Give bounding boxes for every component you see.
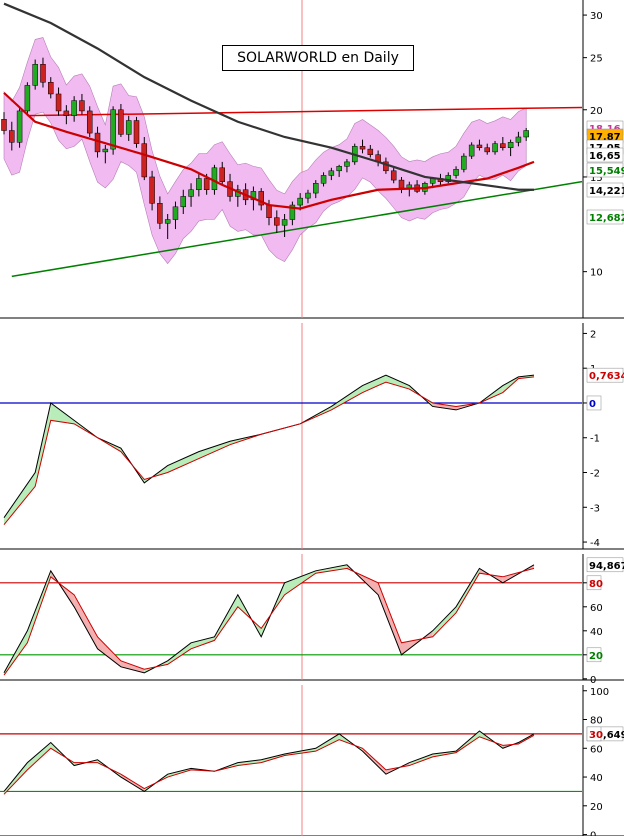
value-label: 30	[589, 730, 603, 741]
candle-body	[1, 119, 7, 131]
value-label: 0,7634	[589, 371, 624, 382]
candle-body	[484, 147, 490, 153]
candle-body	[274, 217, 280, 226]
chart-svg: 101520253018,1617,8717,0516,6515,54914,2…	[0, 0, 624, 840]
candle-body	[281, 219, 288, 226]
candle-body	[125, 120, 132, 135]
candle-body	[359, 146, 366, 150]
candle-body	[40, 64, 46, 83]
candle-body	[63, 110, 70, 116]
candle-body	[24, 85, 31, 112]
candle-body	[515, 136, 522, 143]
candle-body	[320, 175, 327, 184]
y-tick-label: 100	[590, 687, 609, 698]
candle-body	[102, 148, 109, 153]
chart-title: SOLARWORLD en Daily	[222, 45, 414, 71]
candle-body	[16, 110, 23, 143]
candle-body	[313, 183, 319, 194]
candle-body	[453, 169, 459, 176]
candle-body	[110, 109, 116, 150]
y-tick-label: 30	[590, 11, 603, 22]
candle-body	[461, 155, 467, 170]
candle-body	[523, 130, 529, 138]
candle-body	[149, 176, 155, 204]
value-label: 80	[589, 579, 603, 590]
candle-body	[266, 204, 272, 218]
candle-body	[328, 170, 335, 176]
candle-body	[196, 178, 202, 191]
candle-body	[398, 179, 405, 189]
candle-body	[500, 143, 506, 148]
y-tick-label: 40	[590, 627, 603, 638]
candle-body	[157, 203, 163, 224]
candle-body	[305, 192, 311, 199]
candle-body	[390, 170, 397, 181]
value-label: 20	[589, 651, 603, 662]
y-tick-label: -4	[590, 538, 600, 549]
y-tick-label: 2	[590, 329, 596, 340]
value-label: 94,867	[589, 561, 624, 572]
y-tick-label: 60	[590, 744, 603, 755]
candle-body	[9, 130, 15, 143]
y-tick-label: 0	[590, 675, 596, 686]
candle-body	[164, 219, 171, 224]
y-tick-label: -2	[590, 469, 600, 480]
candle-body	[188, 189, 194, 197]
y-tick-label: 80	[590, 716, 603, 727]
y-tick-label: -1	[590, 434, 600, 445]
candle-body	[141, 143, 148, 178]
chart-page: 101520253018,1617,8717,0516,6515,54914,2…	[0, 0, 624, 840]
y-tick-label: 40	[590, 773, 603, 784]
candle-body	[367, 148, 374, 155]
candle-body	[203, 178, 210, 191]
candle-body	[48, 82, 54, 95]
candle-body	[219, 167, 225, 182]
candle-body	[507, 142, 514, 148]
candle-body	[476, 144, 483, 148]
candle-body	[79, 100, 85, 112]
y-tick-label: 25	[590, 54, 603, 65]
candle-body	[118, 109, 124, 135]
candle-body	[86, 110, 93, 134]
y-tick-label: -3	[590, 503, 600, 514]
candle-body	[492, 143, 498, 153]
candle-body	[297, 197, 303, 206]
candle-body	[211, 167, 218, 191]
candle-body	[344, 161, 350, 167]
candle-body	[32, 64, 38, 86]
value-label: 14,221	[589, 186, 624, 197]
y-tick-label: 20	[590, 106, 603, 117]
candle-body	[336, 166, 342, 172]
y-tick-label: 0	[590, 831, 596, 836]
value-label: 15,549	[589, 166, 624, 177]
value-label: 16,65	[589, 151, 621, 162]
candle-body	[55, 93, 62, 112]
candle-body	[180, 196, 187, 208]
y-tick-label: 60	[590, 603, 603, 614]
candle-body	[468, 144, 475, 157]
candle-body	[71, 100, 77, 116]
y-tick-label: 20	[590, 802, 603, 813]
value-label: 12,682	[589, 213, 624, 224]
y-tick-label: 10	[590, 268, 603, 279]
candle-body	[172, 206, 179, 220]
value-label: 0	[589, 399, 596, 410]
candle-body	[133, 120, 140, 144]
